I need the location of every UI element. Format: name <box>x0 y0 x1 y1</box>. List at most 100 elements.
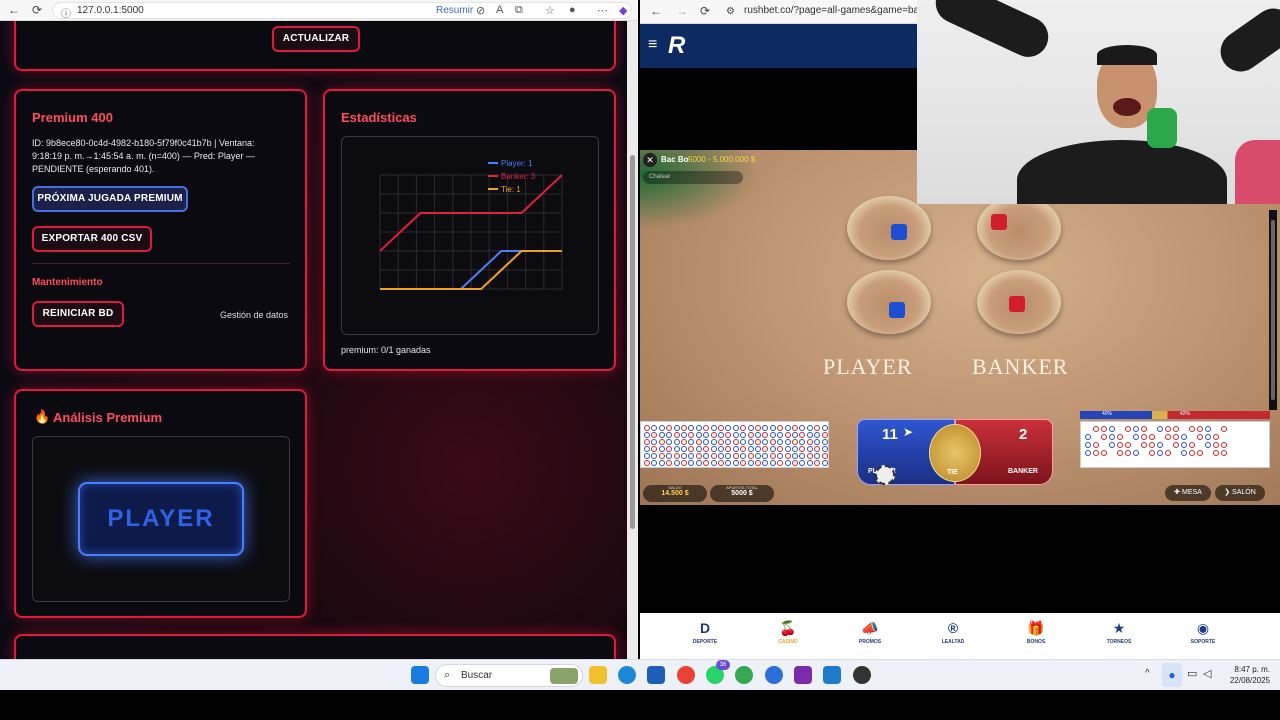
volume-icon[interactable]: ◁ <box>1203 667 1211 680</box>
road-dot <box>1205 442 1211 448</box>
road-dot <box>1117 450 1123 456</box>
road-dot <box>792 425 798 431</box>
scrollbar-thumb[interactable] <box>630 155 635 529</box>
road-dot <box>681 439 687 445</box>
obs-icon[interactable] <box>794 666 812 684</box>
nav-label: PROMOS <box>858 639 882 645</box>
chrome-icon[interactable] <box>677 666 695 684</box>
road-dot <box>1213 442 1219 448</box>
banker-label: BANKER <box>972 354 1069 379</box>
search-placeholder: Buscar <box>461 670 493 681</box>
recorder-icon[interactable] <box>853 666 871 684</box>
windows-start-icon[interactable] <box>411 666 429 684</box>
nav-lealtad[interactable]: ® LEALTAD <box>923 619 983 645</box>
nav-soporte[interactable]: ◉ SOPORTE <box>1173 619 1233 645</box>
site-info-icon[interactable]: ⚙ <box>726 6 735 17</box>
road-dot <box>651 425 658 431</box>
resumir-button[interactable]: Resumir <box>436 5 473 16</box>
prediction-badge: PLAYER <box>78 482 244 556</box>
rushbet-bottom-nav: D DEPORTE 🍒 CASINO 📣 PROMOS ® LEALTAD 🎁 BONOS… <box>640 613 1280 659</box>
chevron-up-icon[interactable]: ^ <box>1145 668 1150 679</box>
road-dot <box>725 425 732 431</box>
road-dot <box>777 453 784 459</box>
road-dot <box>644 446 650 452</box>
road-dot <box>799 425 806 431</box>
store-icon[interactable] <box>647 666 665 684</box>
road-dot <box>666 425 673 431</box>
tie-bet-spot[interactable]: TIE <box>929 424 981 482</box>
forward-icon[interactable]: → <box>676 4 688 18</box>
vscode-icon[interactable] <box>823 666 841 684</box>
road-dot <box>799 439 806 445</box>
chrome-2-icon[interactable] <box>735 666 753 684</box>
road-dot <box>1133 450 1139 456</box>
road-dot <box>806 460 813 466</box>
profile-icon[interactable]: ● <box>569 4 576 16</box>
tab-icon[interactable]: ⧉ <box>515 4 523 17</box>
road-dot <box>1157 426 1163 432</box>
road-dot <box>1149 450 1155 456</box>
refresh-icon[interactable]: ⟳ <box>700 4 710 18</box>
reset-db-button[interactable]: REINICIAR BD <box>32 301 124 327</box>
menu-icon[interactable]: ≡ <box>648 36 657 54</box>
game-scrollbar-thumb[interactable] <box>1271 220 1275 400</box>
road-dot <box>1221 426 1227 432</box>
file-explorer-icon[interactable] <box>589 666 607 684</box>
read-aloud-icon[interactable]: A <box>496 4 503 16</box>
chat-input[interactable]: Chatear <box>643 171 743 184</box>
road-dot <box>710 460 717 466</box>
road-dot <box>1141 434 1147 440</box>
data-management-label: Gestión de datos <box>220 310 289 320</box>
salon-button[interactable]: ❯ SALÓN <box>1215 485 1265 501</box>
refresh-icon[interactable]: ⟳ <box>32 3 42 17</box>
mic-icon[interactable]: ● <box>1162 663 1182 687</box>
game-scrollbar[interactable] <box>1269 210 1277 410</box>
address-bar[interactable]: ⓘ 127.0.0.1:5000 Resumir ⊘ A ⧉ ☆ ● ⋯ ◆ <box>52 2 632 20</box>
network-icon[interactable]: ▭ <box>1187 667 1197 680</box>
nav-deporte[interactable]: D DEPORTE <box>675 619 735 645</box>
road-dot <box>644 453 650 459</box>
next-premium-play-button[interactable]: PRÓXIMA JUGADA PREMIUM <box>32 186 188 212</box>
road-dot <box>1133 426 1139 432</box>
nav-casino[interactable]: 🍒 CASINO <box>758 619 818 645</box>
road-dot <box>658 446 665 452</box>
mesa-button[interactable]: ✚ MESA <box>1165 485 1211 501</box>
road-dot <box>725 453 732 459</box>
left-browser-window: ← ⟳ ⓘ 127.0.0.1:5000 Resumir ⊘ A ⧉ ☆ ● ⋯… <box>0 0 638 659</box>
export-csv-button[interactable]: EXPORTAR 400 CSV <box>32 226 152 252</box>
address-text[interactable]: rushbet.co/?page=all-games&game=bac <box>744 5 924 16</box>
app-icon[interactable] <box>765 666 783 684</box>
reader-icon[interactable]: ⊘ <box>476 4 485 17</box>
rushbet-logo[interactable]: R <box>668 32 685 60</box>
road-dot <box>688 432 695 438</box>
road-dot <box>732 446 739 452</box>
road-dot <box>688 460 695 466</box>
bead-road <box>640 421 829 468</box>
clock[interactable]: 8:47 p. m. 22/08/2025 <box>1226 664 1270 686</box>
road-dot <box>821 446 828 452</box>
actualizar-button[interactable]: ACTUALIZAR <box>272 26 360 52</box>
scrollbar[interactable] <box>627 21 638 659</box>
whatsapp-icon[interactable]: 36 <box>706 660 730 684</box>
copilot-icon[interactable]: ◆ <box>619 4 627 17</box>
nav-promos[interactable]: 📣 PROMOS <box>840 619 900 645</box>
back-icon[interactable]: ← <box>650 4 662 18</box>
road-dot <box>1117 442 1123 448</box>
road-dot <box>747 446 754 452</box>
road-dot <box>666 460 673 466</box>
blue-die <box>889 302 905 318</box>
road-dot <box>1165 450 1171 456</box>
back-icon[interactable]: ← <box>8 3 20 17</box>
nav-torneos[interactable]: ★ TORNEOS <box>1089 619 1149 645</box>
favorite-icon[interactable]: ☆ <box>545 4 555 17</box>
road-dot <box>1189 442 1195 448</box>
edge-icon[interactable] <box>618 666 636 684</box>
road-dot <box>1101 434 1107 440</box>
taskbar-search[interactable]: ⌕ Buscar <box>435 664 583 687</box>
nav-bonos[interactable]: 🎁 BONOS <box>1006 619 1066 645</box>
chip-5000[interactable] <box>875 465 895 485</box>
road-dot <box>681 460 687 466</box>
close-icon[interactable]: ✕ <box>643 153 657 167</box>
road-dot <box>755 460 761 466</box>
more-icon[interactable]: ⋯ <box>597 4 608 17</box>
